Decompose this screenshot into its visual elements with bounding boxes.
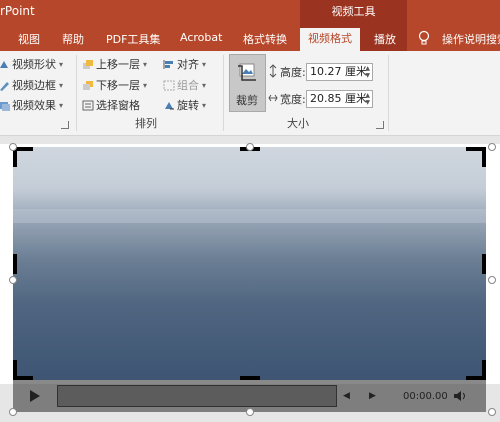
chevron-down-icon: ▾ [143, 80, 148, 90]
group-icon [163, 80, 175, 91]
forward-icon[interactable]: ▶ [369, 391, 376, 401]
crop-mark-bottom[interactable] [240, 376, 260, 380]
resize-handle-left[interactable] [9, 276, 17, 284]
width-value: 20.85 厘米 [310, 92, 367, 105]
rewind-icon[interactable]: ◀ [343, 391, 350, 401]
video-border-label: 视频边框 [12, 79, 56, 92]
video-border-button[interactable]: 视频边框 ▾ [0, 77, 63, 93]
bring-forward-label: 上移一层 [96, 58, 140, 71]
height-value: 10.27 厘米 [310, 65, 367, 78]
rotate-button[interactable]: 旋转 ▾ [163, 97, 206, 113]
height-icon [268, 63, 278, 81]
selection-pane-button[interactable]: 选择窗格 [82, 97, 140, 113]
video-effects-button[interactable]: 视频效果 ▾ [0, 97, 63, 113]
chevron-down-icon: ▾ [202, 59, 207, 69]
width-label: 宽度: [280, 93, 306, 106]
tell-me-search[interactable]: 操作说明搜索 [442, 31, 500, 47]
bring-forward-icon [82, 59, 94, 70]
tab-pdf-tools[interactable]: PDF工具集 [106, 31, 160, 47]
crop-mark-left[interactable] [13, 254, 17, 274]
chevron-down-icon: ▾ [59, 100, 64, 110]
align-label: 对齐 [177, 58, 199, 71]
height-spinner[interactable]: ▲ ▼ [365, 65, 370, 79]
volume-icon[interactable] [453, 389, 469, 406]
height-label: 高度: [280, 66, 306, 79]
width-field[interactable]: 20.85 厘米 ▲ ▼ [306, 90, 373, 108]
tab-help[interactable]: 帮助 [62, 31, 84, 47]
video-shape-label: 视频形状 [12, 58, 56, 71]
send-backward-icon [82, 80, 94, 91]
group-separator [388, 55, 389, 131]
crop-icon [237, 61, 259, 86]
group-label: 组合 [177, 79, 199, 92]
group-separator [223, 55, 224, 131]
play-button[interactable] [29, 389, 41, 406]
group-separator [76, 55, 77, 131]
tab-playback[interactable]: 播放 [374, 31, 396, 47]
send-backward-button[interactable]: 下移一层 ▾ [82, 77, 147, 93]
video-effects-label: 视频效果 [12, 99, 56, 112]
sea-horizon [13, 209, 486, 223]
resize-handle-right[interactable] [488, 276, 496, 284]
chevron-down-icon: ▾ [202, 80, 207, 90]
shape-icon [0, 59, 10, 70]
height-field[interactable]: 10.27 厘米 ▲ ▼ [306, 63, 373, 81]
resize-handle-top[interactable] [246, 143, 254, 151]
video-frame[interactable] [13, 147, 486, 380]
bring-forward-button[interactable]: 上移一层 ▾ [82, 56, 147, 72]
chevron-down-icon: ▾ [202, 100, 207, 110]
rotate-icon [163, 100, 175, 111]
tab-acrobat[interactable]: Acrobat [180, 31, 222, 44]
size-group-label: 大小 [287, 117, 309, 130]
group-button[interactable]: 组合 ▾ [163, 77, 206, 93]
resize-handle-top-right[interactable] [488, 143, 496, 151]
effects-icon [0, 100, 10, 111]
crop-button[interactable]: 裁剪 [229, 54, 266, 112]
height-row: 高度: 10.27 厘米 ▲ ▼ [268, 63, 373, 81]
arrange-group-label: 排列 [135, 117, 157, 130]
chevron-down-icon: ▾ [59, 80, 64, 90]
title-bar: rPoint 视频工具 [0, 0, 500, 26]
timecode: 00:00.00 [403, 391, 448, 402]
contextual-tab-group-label: 视频工具 [300, 0, 407, 26]
progress-track[interactable] [57, 385, 337, 407]
chevron-down-icon: ▾ [143, 59, 148, 69]
crop-mark-top-right[interactable] [482, 147, 486, 167]
crop-mark-bottom-right[interactable] [466, 376, 486, 380]
resize-handle-bottom-right[interactable] [488, 408, 496, 416]
size-dialog-launcher[interactable] [376, 121, 384, 129]
resize-handle-top-left[interactable] [9, 143, 17, 151]
video-shape-button[interactable]: 视频形状 ▾ [0, 56, 63, 72]
video-styles-dialog-launcher[interactable] [61, 121, 69, 129]
resize-handle-bottom-left[interactable] [9, 408, 17, 416]
send-backward-label: 下移一层 [96, 79, 140, 92]
ribbon-tab-row: 视图 帮助 PDF工具集 Acrobat 格式转换 视频格式 播放 操作说明搜索 [0, 26, 500, 51]
crop-mark-right[interactable] [482, 254, 486, 274]
crop-mark-bottom-left[interactable] [13, 376, 33, 380]
selection-pane-label: 选择窗格 [96, 99, 140, 112]
tab-format-convert[interactable]: 格式转换 [243, 31, 287, 47]
rotate-label: 旋转 [177, 99, 199, 112]
width-spinner[interactable]: ▲ ▼ [365, 92, 370, 106]
align-icon [163, 59, 175, 70]
pen-icon [0, 80, 10, 91]
selection-pane-icon [82, 100, 94, 111]
width-icon [268, 91, 278, 108]
crop-label: 裁剪 [236, 94, 258, 107]
lightbulb-icon [418, 30, 430, 49]
ribbon: 视频形状 ▾ 视频边框 ▾ 视频效果 ▾ 上移一层 ▾ 下移一层 ▾ 选择窗格 … [0, 51, 500, 136]
app-title: rPoint [0, 4, 35, 18]
tab-view[interactable]: 视图 [18, 31, 40, 47]
resize-handle-bottom[interactable] [246, 408, 254, 416]
chevron-down-icon: ▾ [59, 59, 64, 69]
width-row: 宽度: 20.85 厘米 ▲ ▼ [268, 90, 373, 108]
align-button[interactable]: 对齐 ▾ [163, 56, 206, 72]
tab-video-format[interactable]: 视频格式 [300, 28, 360, 51]
